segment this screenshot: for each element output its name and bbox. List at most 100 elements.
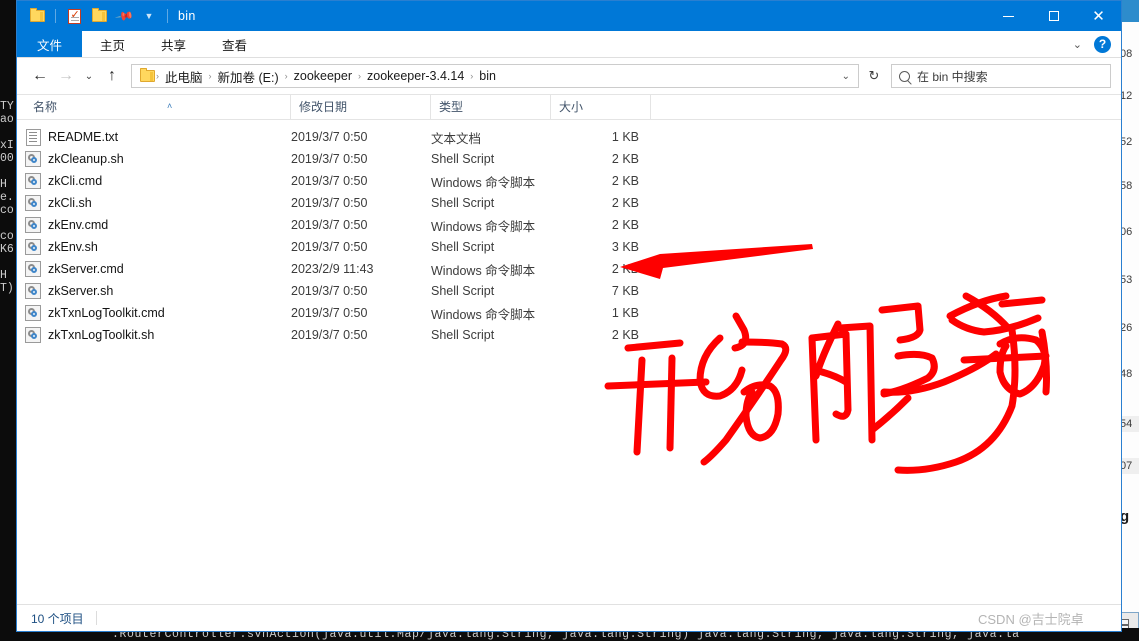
file-name-cell: zkEnv.cmd (25, 217, 291, 233)
help-icon[interactable]: ? (1094, 35, 1111, 53)
tab-file[interactable]: 文件 (17, 31, 83, 57)
search-icon (899, 70, 910, 82)
refresh-button[interactable]: ↻ (861, 64, 887, 88)
file-size: 3 KB (611, 240, 639, 254)
file-name: zkCli.sh (48, 196, 92, 210)
sort-ascending-icon: ˄ (167, 101, 173, 111)
search-input[interactable]: 在 bin 中搜索 (891, 64, 1111, 88)
file-type: Windows 命令脚本 (431, 219, 536, 234)
properties-icon[interactable]: ✓ (63, 5, 85, 27)
file-size: 2 KB (611, 196, 639, 210)
file-name-cell: zkCli.cmd (25, 173, 291, 189)
file-size: 7 KB (611, 284, 639, 298)
file-name-cell: zkServer.cmd (25, 261, 291, 277)
column-header-type[interactable]: 类型 (431, 94, 551, 120)
column-header-date[interactable]: 修改日期 (291, 94, 431, 120)
new-folder-icon[interactable] (88, 5, 110, 27)
script-file-icon (25, 217, 41, 233)
table-row[interactable]: zkTxnLogToolkit.sh 2019/3/7 0:50 Shell S… (17, 324, 1121, 346)
item-count-label: 10 个项目 (31, 611, 84, 626)
file-size: 1 KB (611, 306, 639, 320)
minimize-button[interactable] (986, 1, 1031, 31)
script-file-icon (25, 283, 41, 299)
up-button[interactable]: ↑ (99, 63, 125, 89)
file-date: 2019/3/7 0:50 (291, 196, 368, 210)
file-date: 2019/3/7 0:50 (291, 130, 368, 144)
window-title: bin (178, 9, 196, 23)
breadcrumb-item-this-pc[interactable]: 此电脑 (160, 67, 208, 86)
file-name: zkTxnLogToolkit.sh (48, 328, 155, 342)
qat-divider (55, 9, 56, 23)
file-name-cell: zkTxnLogToolkit.cmd (25, 305, 291, 321)
script-file-icon (25, 261, 41, 277)
status-divider (95, 611, 97, 625)
breadcrumb-dropdown-icon[interactable]: ⌄ (842, 71, 850, 82)
forward-button[interactable]: → (53, 63, 79, 89)
script-file-icon (25, 151, 41, 167)
file-name: zkTxnLogToolkit.cmd (48, 306, 165, 320)
quick-access-toolbar: ✓ 📌 ▼ (17, 5, 172, 27)
file-date: 2019/3/7 0:50 (291, 306, 368, 320)
table-row[interactable]: zkCli.cmd 2019/3/7 0:50 Windows 命令脚本 2 K… (17, 170, 1121, 192)
file-type: Shell Script (431, 328, 495, 342)
customize-caret-icon[interactable]: ▼ (138, 5, 160, 27)
breadcrumb-folder-icon (140, 68, 155, 82)
file-date: 2023/2/9 11:43 (291, 262, 374, 276)
folder-icon[interactable] (26, 5, 48, 27)
table-row[interactable]: README.txt 2019/3/7 0:50 文本文档 1 KB (17, 126, 1121, 148)
file-explorer-window: ✓ 📌 ▼ bin ✕ 文件 主页 共享 查看 ⌄ ? ← → ⌄ ↑ › 此电… (16, 0, 1122, 632)
file-type: 文本文档 (431, 131, 482, 146)
file-name: zkEnv.cmd (48, 218, 109, 232)
address-bar: ← → ⌄ ↑ › 此电脑 › 新加卷 (E:) › zookeeper › z… (17, 58, 1121, 94)
column-header-name[interactable]: 名称 ˄ (25, 94, 291, 120)
file-date: 2019/3/7 0:50 (291, 152, 368, 166)
back-button[interactable]: ← (27, 63, 53, 89)
titlebar: ✓ 📌 ▼ bin ✕ (17, 1, 1121, 31)
table-row[interactable]: zkTxnLogToolkit.cmd 2019/3/7 0:50 Window… (17, 302, 1121, 324)
background-console-left[interactable]: TY ao xI 00 H e. co co K6 H T) (0, 0, 16, 631)
table-row[interactable]: zkServer.sh 2019/3/7 0:50 Shell Script 7… (17, 280, 1121, 302)
file-name: zkServer.sh (48, 284, 114, 298)
recent-locations-button[interactable]: ⌄ (79, 63, 99, 89)
file-size: 2 KB (611, 328, 639, 342)
breadcrumb-item-bin[interactable]: bin (474, 69, 501, 83)
breadcrumb-item-zookeeper-3414[interactable]: zookeeper-3.4.14 (362, 69, 469, 83)
background-right-window-titlebar (1119, 0, 1139, 22)
file-type: Shell Script (431, 284, 495, 298)
file-date: 2019/3/7 0:50 (291, 174, 368, 188)
file-name-cell: zkCli.sh (25, 195, 291, 211)
close-button[interactable]: ✕ (1076, 1, 1121, 31)
chevron-down-icon[interactable]: ⌄ (1069, 38, 1086, 51)
file-size: 1 KB (611, 130, 639, 144)
table-row[interactable]: zkEnv.cmd 2019/3/7 0:50 Windows 命令脚本 2 K… (17, 214, 1121, 236)
file-type: Windows 命令脚本 (431, 307, 536, 322)
column-header-name-label: 名称 (33, 100, 58, 114)
file-name-cell: README.txt (25, 128, 291, 146)
file-list[interactable]: README.txt 2019/3/7 0:50 文本文档 1 KB zkCle… (17, 120, 1121, 604)
file-name-cell: zkServer.sh (25, 283, 291, 299)
column-header-size[interactable]: 大小 (551, 94, 651, 120)
tab-share[interactable]: 共享 (143, 31, 204, 57)
pin-icon[interactable]: 📌 (113, 5, 135, 27)
csdn-watermark: CSDN @吉士院卓 (978, 612, 1084, 627)
breadcrumb-item-zookeeper[interactable]: zookeeper (289, 69, 357, 83)
file-name-cell: zkEnv.sh (25, 239, 291, 255)
status-bar: 10 个项目 (17, 604, 1121, 631)
file-type: Shell Script (431, 152, 495, 166)
breadcrumb[interactable]: › 此电脑 › 新加卷 (E:) › zookeeper › zookeeper… (131, 64, 859, 88)
breadcrumb-item-volume-e[interactable]: 新加卷 (E:) (213, 67, 284, 86)
table-row[interactable]: zkCleanup.sh 2019/3/7 0:50 Shell Script … (17, 148, 1121, 170)
table-row[interactable]: zkEnv.sh 2019/3/7 0:50 Shell Script 3 KB (17, 236, 1121, 258)
table-row[interactable]: zkCli.sh 2019/3/7 0:50 Shell Script 2 KB (17, 192, 1121, 214)
maximize-button[interactable] (1031, 1, 1076, 31)
file-date: 2019/3/7 0:50 (291, 328, 368, 342)
tab-view[interactable]: 查看 (204, 31, 265, 57)
tab-home[interactable]: 主页 (82, 31, 143, 57)
script-file-icon (25, 239, 41, 255)
ribbon-tabbar: 文件 主页 共享 查看 ⌄ ? (17, 31, 1121, 58)
script-file-icon (25, 305, 41, 321)
file-size: 2 KB (611, 218, 639, 232)
file-name: zkCli.cmd (48, 174, 103, 188)
file-type: Windows 命令脚本 (431, 263, 536, 278)
table-row[interactable]: zkServer.cmd 2023/2/9 11:43 Windows 命令脚本… (17, 258, 1121, 280)
